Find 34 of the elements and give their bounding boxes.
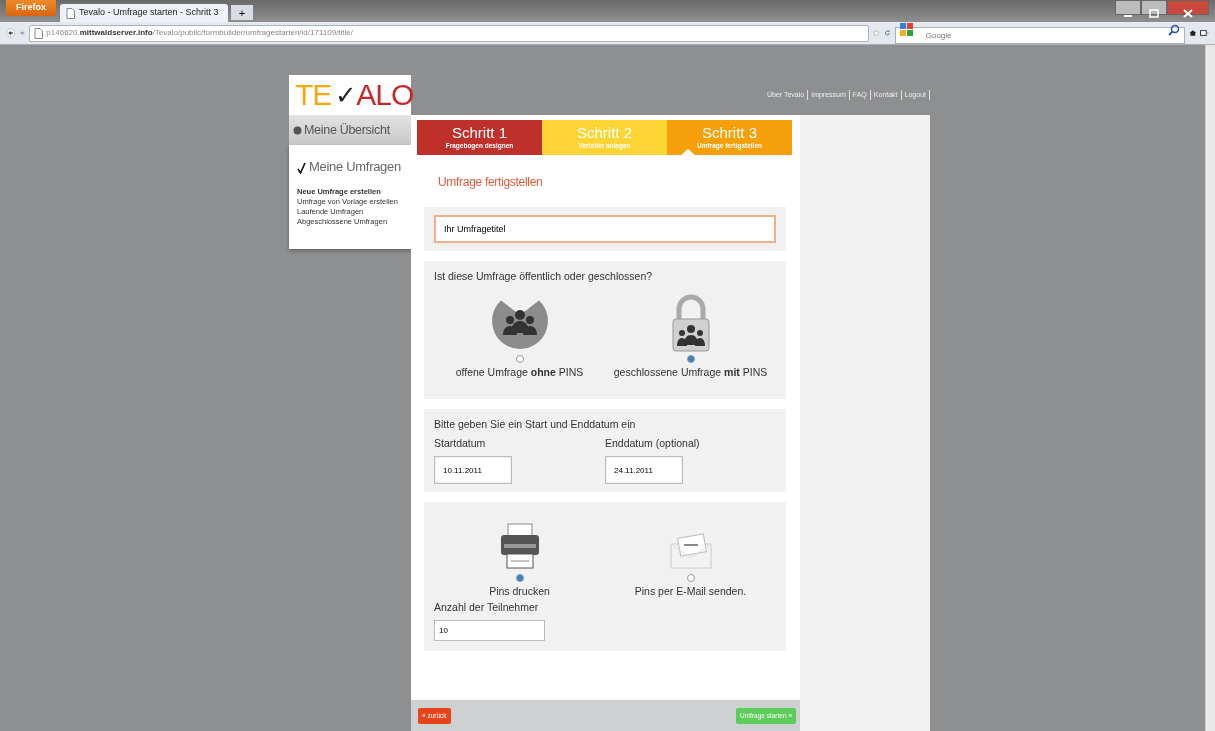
logo: TE✓ALO [289, 75, 411, 115]
date-field[interactable]: 24.11.2011 [605, 456, 683, 484]
field-label: Anzahl der Teilnehmer [434, 599, 540, 615]
scrollbar[interactable] [1205, 45, 1215, 731]
radio-button[interactable] [515, 574, 524, 582]
tab-title: Tevalo - Umfrage starten - Schritt 3 [79, 6, 219, 20]
field-label: Startdatum [434, 436, 487, 452]
url-text: p146620.mittwaldserver.info/Tevalo/public/formbuilder/umfragestarten/id/171109/title/ [46, 27, 354, 39]
overview-nav-button[interactable]: Meine Übersicht [289, 115, 411, 145]
new-tab-button[interactable]: + [231, 5, 253, 20]
page-icon [66, 7, 75, 19]
option-label: Pins per E-Mail senden. [634, 584, 747, 599]
title-field[interactable]: Ihr Umfragetitel [434, 215, 776, 243]
sidebar-section-title[interactable]: Meine Umfragen [309, 159, 401, 174]
radio-button[interactable] [686, 574, 695, 582]
date-field[interactable]: 10.11.2011 [434, 456, 512, 484]
search-icon[interactable] [1167, 24, 1180, 36]
instruction-text: Bitte geben Sie ein Start und Enddatum ein [434, 416, 637, 432]
option-label: geschlossene Umfrage mit PINS [613, 364, 768, 380]
section-heading: Umfrage fertigstellen [438, 174, 544, 191]
radio-button[interactable] [686, 354, 695, 363]
check-icon [297, 161, 306, 174]
option-label: Pins drucken [489, 584, 550, 599]
bullet-icon [293, 125, 302, 135]
address-bar[interactable]: p146620.mittwaldserver.info/Tevalo/public/formbuilder/umfragestarten/id/171109/title/ [29, 24, 870, 42]
participant-count-field[interactable]: 10 [434, 619, 545, 641]
page-icon [34, 27, 44, 39]
field-label: Enddatum (optional) [605, 436, 701, 452]
search-field[interactable]: Google [894, 27, 1185, 44]
browser-tab[interactable]: Tevalo - Umfrage starten - Schritt 3 [60, 4, 228, 22]
question-text: Ist diese Umfrage öffentlich oder geschlossen? [434, 269, 654, 284]
option-label: offene Umfrage ohne PINS [455, 364, 584, 380]
colored-squares-icon [899, 23, 914, 36]
radio-button[interactable] [515, 354, 524, 363]
